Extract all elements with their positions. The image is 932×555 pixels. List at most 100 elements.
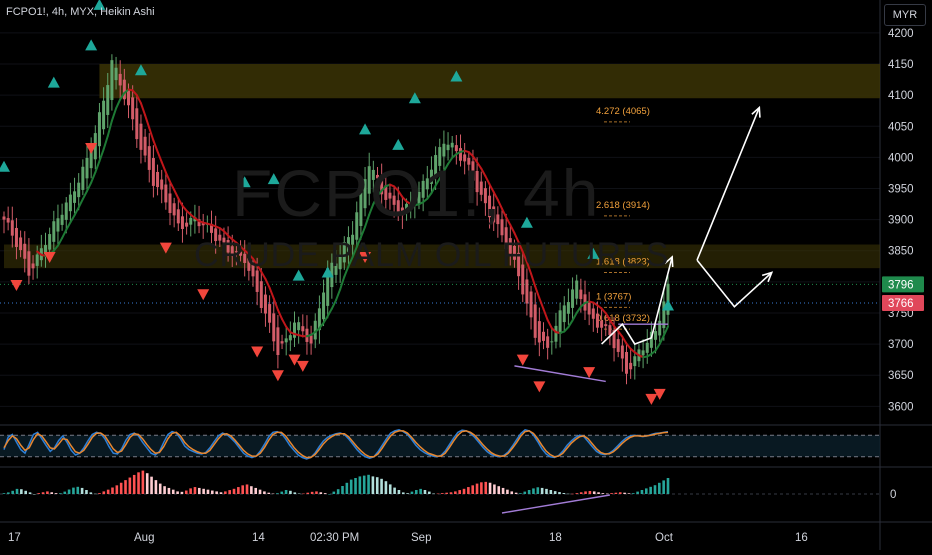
macd-bar [289,491,292,494]
candle-body [534,304,537,337]
macd-bar [20,489,23,494]
macd-bar [393,488,396,494]
macd-bar [233,489,236,494]
ma-segment [431,186,435,194]
ma-segment [427,193,431,199]
sell-signal-triangle [645,394,657,405]
candle-body [110,60,113,100]
macd-bar [89,492,92,494]
candle-body [447,145,450,150]
macd-bar [506,490,509,494]
macd-bar [563,493,566,494]
currency-button[interactable]: MYR [884,4,926,26]
macd-bar [363,476,366,494]
macd-bar [593,491,596,494]
macd-bar [150,477,153,494]
macd-bar [29,492,32,494]
time-axis-label: 14 [252,532,265,544]
macd-bar [480,482,483,494]
candle-body [235,251,238,252]
candle-body [218,235,221,241]
projection-target [697,108,759,260]
buy-signal-triangle [359,123,371,134]
candle-body [530,291,533,317]
ma-segment [174,190,178,198]
candle-body [654,331,657,340]
macd-bar [606,494,609,495]
candle-body [575,281,578,299]
time-axis-label: 02:30 PM [310,532,359,544]
macd-bar [328,494,331,495]
candle-body [588,302,591,314]
ma-segment [373,196,377,204]
candle-body [455,145,458,151]
macd-bar [293,492,296,494]
candle-body [301,326,304,331]
macd-bar [189,488,192,494]
candle-body [505,227,508,249]
candle-body [376,175,379,178]
candle-body [434,155,437,177]
macd-bar [632,493,635,494]
candle-body [372,170,375,180]
chart-canvas[interactable]: 4.272 (4065)2.618 (3914)1.618 (3823)1 (3… [0,0,932,550]
macd-bar [467,487,470,494]
macd-bar [228,490,231,494]
stoch-band [0,435,880,457]
ma-segment [79,199,83,207]
candle-body [625,352,628,374]
macd-bar [376,477,379,494]
ma-segment [544,309,548,320]
candle-body [247,258,250,270]
sell-signal-triangle [583,367,595,378]
candle-body [322,293,325,320]
ma-segment [510,225,514,233]
macd-bar [484,482,487,494]
macd-bar [502,488,505,494]
macd-bar [37,493,40,494]
ma-segment [622,337,626,344]
candle-body [517,253,520,276]
macd-bar [641,490,644,494]
candle-body [297,322,300,330]
buy-signal-triangle [48,77,60,88]
macd-bar [129,478,132,494]
stochastic-rsi-panel [0,430,880,459]
candle-body [144,137,147,156]
candle-body [646,343,649,353]
candle-body [56,218,59,231]
buy-signal-triangle [392,139,404,150]
macd-axis-label: 0 [890,489,896,501]
buy-signal-triangle [239,176,251,187]
ma-segment [618,331,622,336]
price-tags: 37963766 [882,276,924,311]
symbol-title[interactable]: FCPO1!, 4h, MYX, Heikin Ashi [6,6,155,18]
candle-body [592,308,595,318]
second-price-tag: 3766 [888,298,914,310]
macd-bar [597,492,600,494]
macd-bar [649,487,652,494]
candle-body [388,193,391,199]
ma-segment [116,99,120,108]
ma-segment [361,227,365,237]
time-axis-label: 16 [795,532,808,544]
macd-bar [311,492,314,494]
macd-bar [571,494,574,495]
candle-body [81,167,84,190]
macd-bar [298,494,301,495]
candle-body [401,208,404,216]
macd-bar [619,492,622,494]
ma-segment [514,233,518,242]
macd-bar [493,484,496,494]
candle-body [61,215,64,225]
macd-bar [367,475,370,494]
candle-body [231,246,234,256]
candle-body [492,206,495,222]
macd-bar [250,486,253,494]
ma-segment [340,277,344,290]
buy-signal-triangle [521,217,533,228]
candle-body [459,148,462,161]
macd-bar [497,486,500,494]
candle-body [285,338,288,342]
candle-body [52,221,55,242]
